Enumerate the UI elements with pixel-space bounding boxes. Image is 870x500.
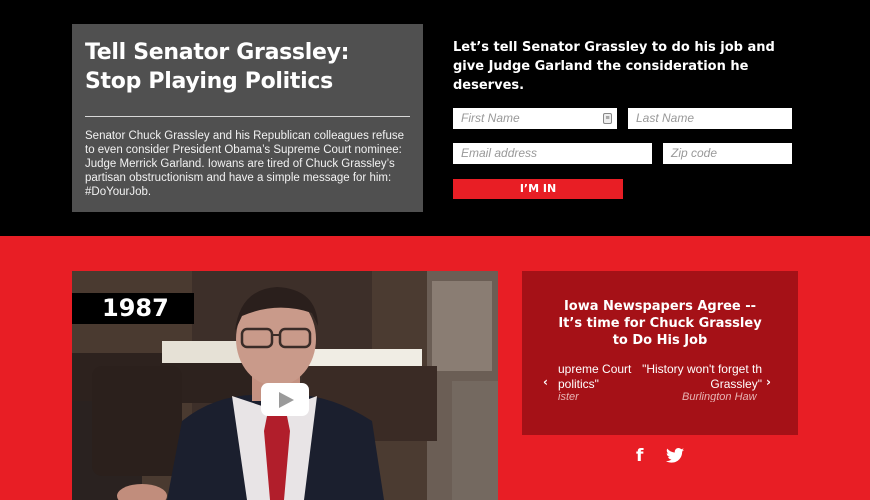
carousel-prev-icon[interactable]: ‹ bbox=[543, 375, 548, 389]
last-name-field[interactable]: Last Name bbox=[628, 108, 792, 129]
quote-2-text: "History won't forget th Grassley" bbox=[638, 362, 762, 392]
video-player[interactable]: 1987 bbox=[72, 271, 498, 500]
intro-title: Tell Senator Grassley: Stop Playing Poli… bbox=[85, 38, 410, 96]
play-button[interactable] bbox=[261, 383, 309, 416]
newspaper-quotes-box: Iowa Newspapers Agree -- It’s time for C… bbox=[522, 271, 798, 435]
zip-placeholder: Zip code bbox=[671, 146, 718, 160]
form-heading: Let’s tell Senator Grassley to do his jo… bbox=[453, 40, 775, 93]
intro-body: Senator Chuck Grassley and his Republica… bbox=[85, 130, 404, 198]
quote-carousel: upreme Court politics" ister "History wo… bbox=[558, 362, 762, 402]
last-name-placeholder: Last Name bbox=[636, 111, 695, 125]
twitter-icon[interactable] bbox=[666, 448, 684, 467]
quote-2-line1: "History won't forget th bbox=[642, 362, 762, 376]
quote-1-source: ister bbox=[558, 391, 579, 402]
news-title-line2: It’s time for Chuck Grassley bbox=[558, 316, 762, 331]
quote-1-line1: upreme Court bbox=[558, 362, 632, 376]
quote-2-line2: Grassley" bbox=[710, 377, 762, 391]
contact-card-icon[interactable]: ≡ bbox=[603, 113, 612, 124]
top-section: Tell Senator Grassley: Stop Playing Poli… bbox=[0, 0, 870, 236]
email-placeholder: Email address bbox=[461, 146, 538, 160]
divider bbox=[85, 116, 410, 117]
facebook-icon[interactable]: f bbox=[636, 446, 643, 466]
email-field[interactable]: Email address bbox=[453, 143, 652, 164]
intro-title-line1: Tell Senator Grassley: bbox=[85, 40, 350, 65]
quote-2-source: Burlington Haw bbox=[682, 391, 757, 402]
first-name-field[interactable]: First Name ≡ bbox=[453, 108, 617, 129]
news-title-line3: to Do His Job bbox=[612, 333, 708, 348]
carousel-next-icon[interactable]: › bbox=[766, 375, 771, 389]
year-label: 1987 bbox=[72, 293, 194, 324]
first-name-placeholder: First Name bbox=[461, 111, 520, 125]
intro-title-line2: Stop Playing Politics bbox=[85, 69, 333, 94]
news-title: Iowa Newspapers Agree -- It’s time for C… bbox=[522, 298, 798, 349]
intro-box: Tell Senator Grassley: Stop Playing Poli… bbox=[72, 24, 423, 212]
news-title-line1: Iowa Newspapers Agree -- bbox=[563, 299, 757, 314]
quote-1-text: upreme Court politics" bbox=[558, 362, 631, 392]
im-in-button[interactable]: I’M IN bbox=[453, 179, 623, 199]
zip-code-field[interactable]: Zip code bbox=[663, 143, 792, 164]
play-icon bbox=[279, 392, 294, 408]
quote-1-line2: politics" bbox=[558, 377, 599, 391]
